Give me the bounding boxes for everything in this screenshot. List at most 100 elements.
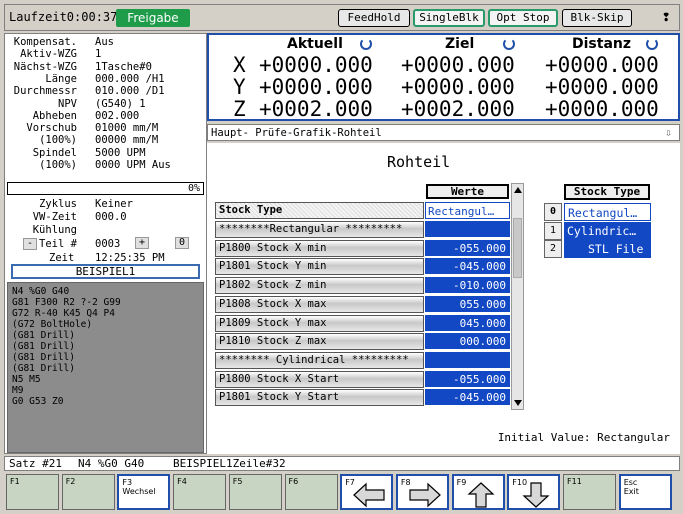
fkey-label: Esc <box>623 478 638 487</box>
status-row: Vorschub 01000 mm/M <box>5 122 205 134</box>
fkey-label: F5 <box>232 477 243 486</box>
parameter-name: P1810 Stock Z max <box>215 333 424 351</box>
program-code-view[interactable]: N4 %G0 G40 G81 F300 R2 ?-2 G99 G72 R-40 K4… <box>7 282 204 453</box>
part-label: Teil # <box>39 238 77 250</box>
parameter-name: P1800 Stock X min <box>215 239 424 257</box>
tab-path[interactable]: Haupt- Prüfe-Grafik-Rohteil <box>211 126 382 140</box>
stock-type-value[interactable]: Rectangul… <box>425 202 510 219</box>
part-minus-button[interactable]: - <box>23 238 37 250</box>
fkey-sublabel: Wechsel <box>122 487 156 496</box>
parameter-value[interactable]: -055.000 <box>425 370 510 388</box>
parameter-value[interactable]: -045.000 <box>425 258 510 276</box>
axis-row: Z +0002.000 +0002.000 +0000.000 <box>209 98 679 120</box>
parameter-value[interactable] <box>425 221 510 238</box>
status-row: (100%) 0000 UPM Aus <box>5 159 205 171</box>
page-title: Rohteil <box>387 153 451 171</box>
refresh-icon[interactable] <box>503 38 515 50</box>
chevron-down-icon[interactable]: ⇩ <box>665 125 677 140</box>
table-row[interactable]: P1801 Stock Y min -045.000 <box>207 258 512 276</box>
code-line: M9 <box>12 385 24 396</box>
stock-type-index: 0 <box>544 203 562 221</box>
parameter-value[interactable] <box>425 351 510 369</box>
status-row: Spindel 5000 UPM <box>5 147 205 159</box>
code-line: (G81 Drill) <box>12 352 75 363</box>
arrow-right-icon <box>409 482 441 508</box>
table-row[interactable]: P1801 Stock Y Start -045.000 <box>207 389 512 407</box>
part-plus-button[interactable]: + <box>135 237 149 249</box>
refresh-icon[interactable] <box>360 38 372 50</box>
table-row[interactable]: ******** Cylindrical ********* <box>207 351 512 370</box>
axis-row: X +0000.000 +0000.000 +0000.000 <box>209 54 679 76</box>
table-row[interactable]: P1800 Stock X min -055.000 <box>207 239 512 258</box>
status-value: 1Tasche#0 <box>95 60 152 73</box>
table-row[interactable]: P1810 Stock Z max 000.000 <box>207 333 512 351</box>
table-row[interactable]: P1802 Stock Z min -010.000 <box>207 277 512 295</box>
table-row[interactable]: P1808 Stock X max 055.000 <box>207 295 512 314</box>
progress-bar: 0% <box>7 182 204 195</box>
fkey-sublabel: Exit <box>623 487 639 496</box>
parameter-name: P1808 Stock X max <box>215 295 424 313</box>
status-bar: Satz #21 N4 %G0 G40 BEISPIEL1Zeile#32 <box>4 456 680 471</box>
fkey-f6[interactable]: F6 <box>284 474 338 510</box>
fkey-f8[interactable]: F8 <box>395 474 449 510</box>
stock-type-option[interactable]: STL File <box>564 240 651 258</box>
fkey-f10[interactable]: F10 <box>507 474 561 510</box>
top-bar: Laufzeit0:00:37 Freigabe FeedHold Single… <box>4 4 680 31</box>
parameter-value[interactable]: 045.000 <box>425 314 510 332</box>
fkey-f5[interactable]: F5 <box>228 474 282 510</box>
fkey-f1[interactable]: F1 <box>6 474 59 510</box>
axis-aktuell: +0002.000 <box>259 97 373 121</box>
parameter-value[interactable]: -055.000 <box>425 239 510 257</box>
status-value: 5000 UPM <box>95 146 146 159</box>
stock-type-list-header: Stock Type <box>564 184 650 200</box>
status-value: 010.000 /D1 <box>95 85 165 98</box>
fkey-f11[interactable]: F11 <box>563 474 616 510</box>
status-row: NPV (G540) 1 <box>5 98 205 110</box>
parameter-value[interactable]: 000.000 <box>425 333 510 351</box>
arrow-left-icon <box>353 482 385 508</box>
status-key: Nächst-WZG <box>13 60 77 73</box>
part-value: 0003 <box>95 238 121 250</box>
axis-ziel: +0002.000 <box>401 97 515 121</box>
scroll-thumb[interactable] <box>513 218 522 278</box>
status-value: 00000 mm/M <box>95 134 159 147</box>
stock-type-option[interactable]: Rectangul… <box>564 203 651 221</box>
axis-axis: Y <box>233 75 246 99</box>
refresh-icon[interactable] <box>646 38 658 50</box>
scroll-down-icon[interactable] <box>514 400 522 406</box>
status-row: Aktiv-WZG 1 <box>5 48 205 60</box>
fkey-f7[interactable]: F7 <box>340 474 394 510</box>
stock-type-index: 1 <box>544 221 562 240</box>
parameter-value[interactable]: 055.000 <box>425 295 510 313</box>
table-row[interactable]: ********Rectangular ********* <box>207 221 512 239</box>
arrow-down-icon <box>522 482 550 508</box>
parameter-value[interactable]: -045.000 <box>425 389 510 407</box>
feedhold-button[interactable]: FeedHold <box>338 9 410 27</box>
part-extra-field[interactable]: 0 <box>175 237 189 249</box>
fkey-esc[interactable]: Esc Exit <box>618 474 672 510</box>
fkey-f3[interactable]: F3 Wechsel <box>117 474 171 510</box>
fkey-f4[interactable]: F4 <box>173 474 227 510</box>
program-name[interactable]: BEISPIEL1 <box>11 264 200 279</box>
blkskip-button[interactable]: Blk-Skip <box>562 9 632 27</box>
optstop-button[interactable]: Opt Stop <box>488 9 558 27</box>
axis-axis: Z <box>233 97 246 121</box>
table-row[interactable]: P1809 Stock Y max 045.000 <box>207 314 512 333</box>
status-value: Aus <box>95 36 114 48</box>
status-row: Kompensat. Aus <box>5 36 205 48</box>
block-number: Satz #21 <box>9 457 62 470</box>
cycle-row: VW-Zeit 000.0 <box>5 211 205 223</box>
status-value: 000.000 /H1 <box>95 72 165 85</box>
singleblk-button[interactable]: SingleBlk <box>413 9 485 27</box>
status-row: Abheben 002.000 <box>5 110 205 122</box>
table-scrollbar[interactable] <box>511 183 524 410</box>
fkey-f2[interactable]: F2 <box>61 474 115 510</box>
scroll-up-icon[interactable] <box>514 187 522 193</box>
time-value: 12:25:35 PM <box>95 252 165 264</box>
stock-type-option[interactable]: Cylindric… <box>564 221 651 240</box>
parameter-value[interactable]: -010.000 <box>425 277 510 295</box>
axis-ziel: +0000.000 <box>401 75 515 99</box>
table-row[interactable]: P1800 Stock X Start -055.000 <box>207 370 512 389</box>
fkey-label: F6 <box>288 477 299 486</box>
fkey-f9[interactable]: F9 <box>451 474 505 510</box>
